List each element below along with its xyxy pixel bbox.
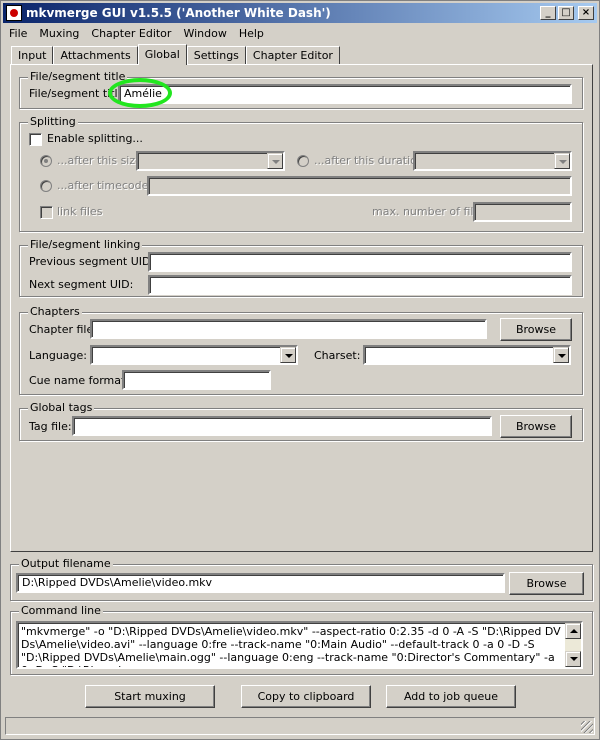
tag-file-input[interactable]	[72, 416, 492, 436]
after-size-label: ...after this size:	[57, 154, 146, 167]
mkvmerge-window: mkvmerge GUI v1.5.5 ('Another White Dash…	[0, 0, 600, 740]
add-to-job-queue-button[interactable]: Add to job queue	[386, 685, 516, 708]
chapter-browse-button[interactable]: Browse	[500, 318, 572, 341]
chevron-down-icon[interactable]	[267, 153, 283, 169]
split-timecodes-input[interactable]	[147, 176, 572, 196]
cue-name-label: Cue name format:	[29, 374, 130, 387]
enable-splitting-label[interactable]: Enable splitting...	[47, 132, 143, 145]
after-duration-label: ...after this duration:	[314, 154, 428, 167]
after-duration-radio[interactable]	[297, 155, 309, 167]
menu-chapter-editor[interactable]: Chapter Editor	[85, 27, 177, 40]
after-timecodes-label: ...after timecodes:	[57, 179, 158, 192]
after-size-radio[interactable]	[40, 155, 52, 167]
language-combo[interactable]	[90, 345, 298, 365]
resize-grip-icon[interactable]	[581, 721, 593, 733]
tags-group-title: Global tags	[28, 401, 95, 414]
splitting-group-title: Splitting	[28, 115, 78, 128]
next-uid-label: Next segment UID:	[29, 278, 134, 291]
chapter-file-label: Chapter file:	[29, 323, 97, 336]
close-button[interactable]: ×	[578, 6, 594, 20]
tab-strip: Input Attachments Global Settings Chapte…	[11, 44, 340, 65]
language-label: Language:	[29, 349, 87, 362]
charset-combo[interactable]	[363, 345, 571, 365]
split-size-combo[interactable]	[136, 151, 285, 171]
command-scrollbar[interactable]	[565, 623, 581, 667]
command-group-title: Command line	[19, 604, 103, 617]
command-line-text: "mkvmerge" -o "D:\Ripped DVDs\Amelie\vid…	[21, 625, 561, 667]
maximize-button[interactable]: □	[558, 6, 574, 20]
output-group-title: Output filename	[19, 557, 113, 570]
tab-global[interactable]: Global	[137, 44, 187, 65]
chapter-file-input[interactable]	[90, 319, 487, 339]
tag-file-label: Tag file:	[29, 420, 72, 433]
previous-uid-label: Previous segment UID:	[29, 255, 155, 268]
charset-label: Charset:	[314, 349, 361, 362]
status-bar	[5, 717, 595, 735]
start-muxing-button[interactable]: Start muxing	[85, 685, 215, 708]
output-browse-button[interactable]: Browse	[509, 572, 584, 595]
menu-help[interactable]: Help	[233, 27, 270, 40]
menu-file[interactable]: File	[3, 27, 33, 40]
tag-browse-button[interactable]: Browse	[500, 415, 572, 438]
chevron-down-icon[interactable]	[280, 347, 296, 363]
window-title: mkvmerge GUI v1.5.5 ('Another White Dash…	[26, 6, 331, 20]
highlight-circle	[108, 78, 172, 108]
scroll-down-icon[interactable]	[565, 651, 581, 667]
chevron-down-icon[interactable]	[553, 347, 569, 363]
segment-title-group-title: File/segment title	[28, 70, 128, 83]
chevron-down-icon[interactable]	[554, 153, 570, 169]
scroll-up-icon[interactable]	[565, 623, 581, 639]
after-timecodes-radio[interactable]	[40, 180, 52, 192]
title-bar[interactable]: mkvmerge GUI v1.5.5 ('Another White Dash…	[3, 3, 597, 23]
minimize-button[interactable]: _	[540, 6, 556, 20]
previous-uid-input[interactable]	[148, 252, 572, 272]
next-uid-input[interactable]	[148, 275, 572, 295]
menu-bar: File Muxing Chapter Editor Window Help	[3, 24, 597, 42]
tab-settings[interactable]: Settings	[186, 46, 246, 65]
cue-name-input[interactable]	[122, 370, 271, 390]
link-files-checkbox[interactable]	[40, 206, 53, 219]
link-files-label: link files	[57, 205, 103, 218]
tab-chapter-editor[interactable]: Chapter Editor	[245, 46, 340, 65]
copy-to-clipboard-button[interactable]: Copy to clipboard	[241, 685, 371, 708]
tab-input[interactable]: Input	[11, 46, 54, 65]
output-filename-input[interactable]: D:\Ripped DVDs\Amelie\video.mkv	[16, 573, 505, 593]
enable-splitting-checkbox[interactable]	[29, 133, 42, 146]
split-duration-combo[interactable]	[413, 151, 572, 171]
max-files-input[interactable]	[473, 202, 572, 222]
chapters-group-title: Chapters	[28, 305, 82, 318]
tab-attachments[interactable]: Attachments	[53, 46, 138, 65]
menu-window[interactable]: Window	[177, 27, 232, 40]
app-icon	[6, 5, 22, 21]
linking-group-title: File/segment linking	[28, 238, 143, 251]
segment-title-input[interactable]: Amélie	[118, 84, 572, 104]
menu-muxing[interactable]: Muxing	[33, 27, 85, 40]
command-line-box[interactable]: "mkvmerge" -o "D:\Ripped DVDs\Amelie\vid…	[16, 621, 583, 669]
